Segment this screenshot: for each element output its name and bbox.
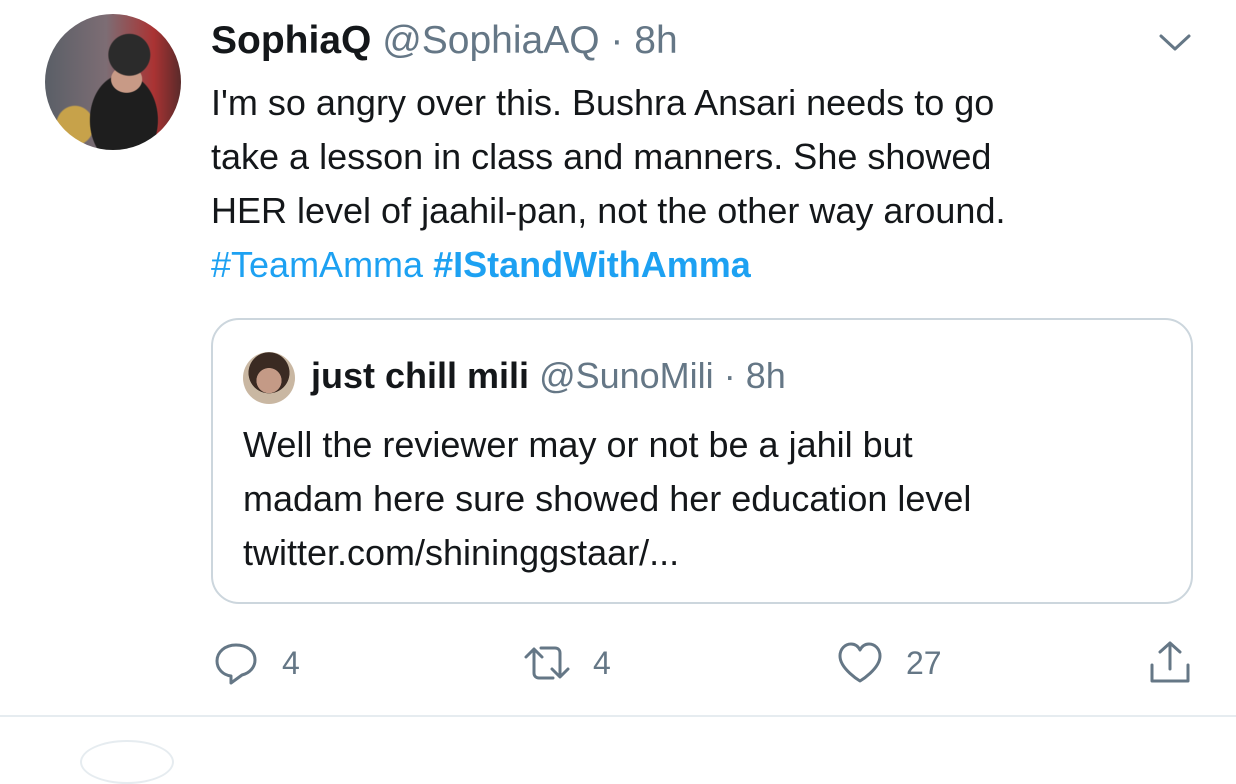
avatar[interactable] [45, 14, 181, 150]
author-handle[interactable]: @SophiaAQ [382, 19, 599, 62]
separator-dot: · [723, 355, 736, 396]
tweet-time[interactable]: 8h [634, 19, 677, 62]
retweet-count: 4 [593, 644, 611, 681]
share-button[interactable] [1146, 635, 1194, 691]
tweet-text-line: take a lesson in class and manners. She … [211, 136, 992, 177]
quoted-text-line: Well the reviewer may or not be a jahil … [243, 424, 913, 465]
author-name[interactable]: SophiaQ [211, 19, 371, 62]
quoted-tweet[interactable]: just chill mili @SunoMili · 8h Well the … [211, 318, 1193, 604]
tweet-text-line: I'm so angry over this. Bushra Ansari ne… [211, 82, 995, 123]
tweet-header: SophiaQ @SophiaAQ · 8h [211, 18, 678, 64]
hashtag-link[interactable]: #IStandWithAmma [433, 244, 751, 285]
tweet-text: I'm so angry over this. Bushra Ansari ne… [211, 76, 1201, 292]
quoted-author-name: just chill mili [311, 355, 530, 396]
quoted-link: twitter.com/shininggstaar/... [243, 532, 680, 573]
retweet-icon [524, 646, 570, 680]
like-button[interactable]: 27 [836, 635, 942, 691]
quoted-author-handle: @SunoMili [539, 355, 714, 396]
retweet-button[interactable]: 4 [523, 635, 611, 691]
hashtag-link[interactable]: #TeamAmma [211, 244, 423, 285]
quoted-text: Well the reviewer may or not be a jahil … [243, 418, 1163, 580]
reply-count: 4 [282, 644, 300, 681]
quoted-header: just chill mili @SunoMili · 8h [311, 352, 786, 400]
action-bar: 4 4 27 [0, 635, 1236, 691]
separator-dot: · [610, 19, 624, 62]
quoted-avatar[interactable] [243, 352, 295, 404]
reply-button[interactable]: 4 [212, 635, 300, 691]
quoted-text-line: madam here sure showed her education lev… [243, 478, 972, 519]
like-count: 27 [906, 644, 942, 681]
tweet-text-line: HER level of jaahil-pan, not the other w… [211, 190, 1006, 231]
heart-icon [838, 642, 882, 683]
quoted-time: 8h [745, 355, 786, 396]
tweet-divider [0, 715, 1236, 717]
reply-icon [215, 643, 257, 685]
chevron-down-icon[interactable] [1157, 28, 1193, 56]
hashtag-line: #TeamAmma #IStandWithAmma [211, 238, 1201, 292]
share-icon [1150, 641, 1190, 683]
